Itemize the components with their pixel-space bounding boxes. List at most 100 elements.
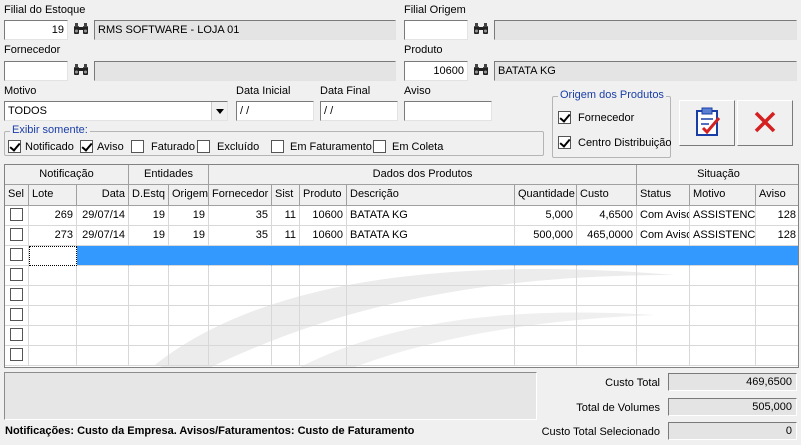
cell-descricao[interactable]: BATATA KG [347,206,515,226]
col-header-fornecedor[interactable]: Fornecedor [209,185,272,206]
aviso-input[interactable] [404,101,492,121]
cell-descricao[interactable] [347,346,515,366]
confirm-button[interactable] [679,100,735,146]
cell-descricao[interactable] [347,286,515,306]
checkbox-box[interactable] [271,140,284,153]
checkbox-box[interactable] [80,140,93,153]
cell-custo[interactable]: 4,6500 [577,206,637,226]
col-header-status[interactable]: Status [637,185,690,206]
cell-origem[interactable] [169,326,209,346]
cell-produto[interactable] [300,286,347,306]
checkbox-box[interactable] [558,136,571,149]
data-inicial-input[interactable]: / / [236,101,314,121]
checkbox-box[interactable] [10,267,23,281]
fornecedor-search-button[interactable] [70,61,92,81]
cell-motivo[interactable] [690,346,756,366]
cell-quantidade[interactable] [515,246,577,266]
cell-data[interactable] [77,306,129,326]
cell-custo[interactable] [577,326,637,346]
checkbox-box[interactable] [10,227,23,241]
cell-sist[interactable] [272,326,300,346]
cell-quantidade[interactable] [515,346,577,366]
row-select-checkbox[interactable] [5,286,29,306]
cell-lote[interactable] [29,266,77,286]
cell-sist[interactable]: 11 [272,206,300,226]
cell-custo[interactable]: 465,0000 [577,226,637,246]
cell-quantidade[interactable]: 500,000 [515,226,577,246]
row-select-checkbox[interactable] [5,226,29,246]
checkbox-box[interactable] [10,287,23,301]
checkbox-box[interactable] [197,140,210,153]
checkbox-box[interactable] [10,247,23,261]
cell-status[interactable] [637,286,690,306]
cell-motivo[interactable]: ASSISTENCIA [690,206,756,226]
cell-quantidade[interactable] [515,326,577,346]
cell-aviso[interactable]: 128 [756,226,798,246]
cell-sist[interactable] [272,346,300,366]
cell-data[interactable]: 29/07/14 [77,226,129,246]
cell-fornecedor[interactable] [209,306,272,326]
cell-sist[interactable] [272,306,300,326]
cell-descricao[interactable]: BATATA KG [347,226,515,246]
col-header-motivo[interactable]: Motivo [690,185,756,206]
cell-data[interactable] [77,346,129,366]
checkbox-box[interactable] [558,111,571,124]
checkbox-notificado[interactable]: Notificado [8,140,74,153]
cell-origem[interactable] [169,246,209,266]
cell-status[interactable] [637,266,690,286]
cell-status[interactable] [637,246,690,266]
checkbox-box[interactable] [373,140,386,153]
checkbox-aviso[interactable]: Aviso [80,140,124,153]
cell-data[interactable] [77,326,129,346]
checkbox-box[interactable] [131,140,144,153]
cell-descricao[interactable] [347,266,515,286]
checkbox-box[interactable] [10,207,23,221]
cell-produto[interactable]: 10600 [300,206,347,226]
cell-custo[interactable] [577,266,637,286]
cell-quantidade[interactable] [515,306,577,326]
cell-status[interactable] [637,326,690,346]
cell-fornecedor[interactable] [209,286,272,306]
cell-descricao[interactable] [347,246,515,266]
motivo-select[interactable]: TODOS [4,101,228,121]
cell-destq[interactable]: 19 [129,206,169,226]
cell-produto[interactable] [300,346,347,366]
cell-destq[interactable] [129,306,169,326]
cell-origem[interactable] [169,266,209,286]
cell-fornecedor[interactable] [209,346,272,366]
checkbox-box[interactable] [10,327,23,341]
checkbox-origem-centro-distribuicao[interactable]: Centro Distribuição [558,136,672,149]
cancel-button[interactable] [737,100,793,146]
results-grid[interactable]: Notificação Entidades Dados dos Produtos… [4,164,799,368]
cell-fornecedor[interactable] [209,326,272,346]
cell-motivo[interactable] [690,286,756,306]
col-header-produto[interactable]: Produto [300,185,347,206]
cell-fornecedor[interactable] [209,246,272,266]
cell-produto[interactable] [300,246,347,266]
cell-destq[interactable] [129,266,169,286]
cell-aviso[interactable] [756,246,798,266]
cell-destq[interactable] [129,286,169,306]
motivo-dropdown-button[interactable] [211,102,227,120]
col-header-data[interactable]: Data [77,185,129,206]
cell-destq[interactable] [129,246,169,266]
cell-sist[interactable]: 11 [272,226,300,246]
filial-origem-search-button[interactable] [470,20,492,40]
cell-status[interactable]: Com Aviso [637,206,690,226]
cell-aviso[interactable] [756,306,798,326]
col-header-origem[interactable]: Origem [169,185,209,206]
cell-lote[interactable]: 269 [29,206,77,226]
cell-sist[interactable] [272,286,300,306]
row-select-checkbox[interactable] [5,266,29,286]
cell-aviso[interactable]: 128 [756,206,798,226]
cell-status[interactable] [637,306,690,326]
row-select-checkbox[interactable] [5,206,29,226]
cell-aviso[interactable] [756,326,798,346]
cell-sist[interactable] [272,266,300,286]
cell-quantidade[interactable] [515,286,577,306]
cell-quantidade[interactable]: 5,000 [515,206,577,226]
cell-destq[interactable] [129,326,169,346]
cell-custo[interactable] [577,346,637,366]
checkbox-excluido[interactable]: Excluído [197,140,259,153]
filial-search-button[interactable] [70,20,92,40]
